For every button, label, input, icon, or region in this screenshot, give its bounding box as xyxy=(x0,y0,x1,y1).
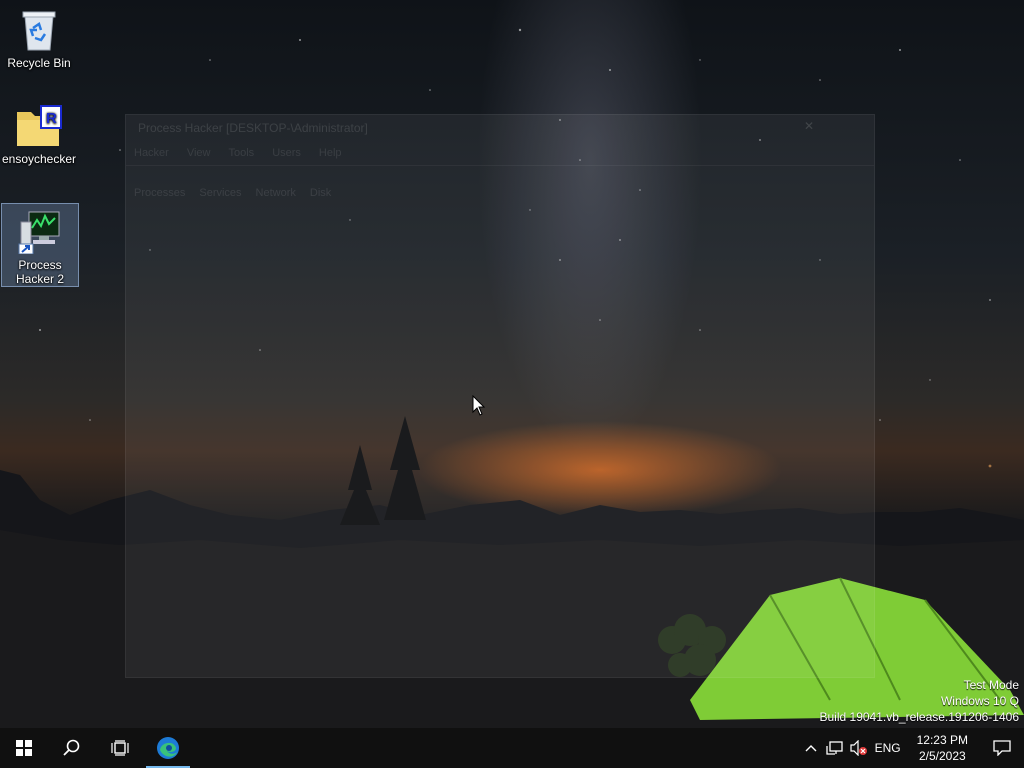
network-disconnected-icon xyxy=(825,741,843,755)
mouse-cursor-icon xyxy=(472,395,486,416)
show-hidden-icons-button[interactable] xyxy=(799,728,823,768)
edge-taskbar-button[interactable] xyxy=(144,728,192,768)
folder-icon: R xyxy=(17,105,62,146)
menu-item-users[interactable]: Users xyxy=(272,147,301,159)
tab-processes[interactable]: Processes xyxy=(134,187,185,199)
desktop-icon-process-hacker[interactable]: Process Hacker 2 xyxy=(1,203,79,287)
close-button[interactable]: ✕ xyxy=(804,119,814,133)
search-icon xyxy=(63,739,80,756)
process-hacker-window-ghost[interactable]: Process Hacker [DESKTOP-\Administrator] … xyxy=(125,114,875,678)
task-view-button[interactable] xyxy=(96,728,144,768)
system-tray: ENG 12:23 PM 2/5/2023 xyxy=(799,728,1024,768)
menu-item-help[interactable]: Help xyxy=(319,147,342,159)
watermark-line: Windows 10 Q xyxy=(940,694,1019,708)
task-view-icon xyxy=(111,740,129,756)
clock-button[interactable]: 12:23 PM 2/5/2023 xyxy=(905,728,980,768)
divider xyxy=(126,165,874,166)
action-center-button[interactable] xyxy=(980,728,1024,768)
notification-icon xyxy=(993,740,1011,756)
tab-bar: Processes Services Network Disk xyxy=(134,187,331,199)
menu-bar: Hacker View Tools Users Help xyxy=(134,147,342,159)
svg-text:R: R xyxy=(46,110,57,127)
desktop-wallpaper[interactable]: Recycle Bin R ensoychecker Process Hacke… xyxy=(0,0,1024,728)
windows-logo-icon xyxy=(16,740,32,756)
menu-item-tools[interactable]: Tools xyxy=(229,147,255,159)
recycle-bin-icon xyxy=(22,11,56,51)
tab-services[interactable]: Services xyxy=(199,187,241,199)
window-title: Process Hacker [DESKTOP-\Administrator] xyxy=(138,121,368,135)
desktop-icon-label: Process Hacker 2 xyxy=(15,258,65,286)
desktop-icon-label: ensoychecker xyxy=(1,152,77,166)
watermark-line: Build 19041.vb_release.191206-1406 xyxy=(819,710,1020,724)
chevron-up-icon xyxy=(805,745,817,752)
edge-icon xyxy=(157,737,179,759)
process-hacker-icon xyxy=(18,211,60,254)
volume-muted-icon xyxy=(850,740,867,756)
clock-date: 2/5/2023 xyxy=(918,749,966,763)
watermark-line: Test Mode xyxy=(963,678,1019,692)
desktop-icon-ensoychecker[interactable]: R ensoychecker xyxy=(1,104,77,166)
tab-network[interactable]: Network xyxy=(256,187,296,199)
test-mode-watermark: Test Mode Windows 10 Q Build 19041.vb_re… xyxy=(820,677,1020,725)
start-button[interactable] xyxy=(0,728,48,768)
desktop-icon-label: Recycle Bin xyxy=(7,56,71,70)
menu-item-hacker[interactable]: Hacker xyxy=(134,147,169,159)
tab-disk[interactable]: Disk xyxy=(310,187,331,199)
clock-time: 12:23 PM xyxy=(916,733,968,747)
menu-item-view[interactable]: View xyxy=(187,147,211,159)
input-language-button[interactable]: ENG xyxy=(871,728,905,768)
taskbar: ENG 12:23 PM 2/5/2023 xyxy=(0,728,1024,768)
network-status-button[interactable] xyxy=(823,728,847,768)
search-button[interactable] xyxy=(48,728,96,768)
volume-button[interactable] xyxy=(847,728,871,768)
desktop-icon-recycle-bin[interactable]: Recycle Bin xyxy=(1,8,77,70)
